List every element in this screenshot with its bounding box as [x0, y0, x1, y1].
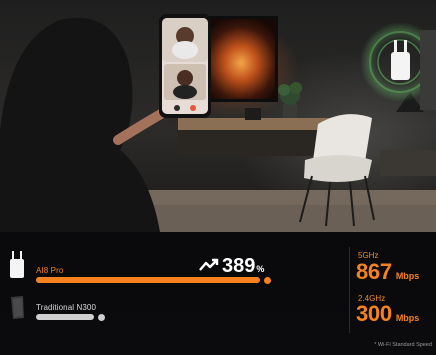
- living-room-scene: [0, 14, 436, 232]
- primary-bar-end-dot: [264, 276, 271, 284]
- person-silhouette: [0, 17, 177, 232]
- smartphone: [159, 14, 211, 118]
- trend-up-arrow-icon: [199, 258, 219, 271]
- speed-24ghz-unit: Mbps: [395, 313, 420, 323]
- footnote: * Wi-Fi Standard Speed: [374, 342, 432, 348]
- plant: [278, 82, 302, 118]
- secondary-bar-fill: [36, 314, 94, 320]
- secondary-device-label: Traditional N300: [36, 303, 97, 312]
- improvement-value: 389: [222, 255, 256, 277]
- ai8-pro-device-icon: [10, 251, 24, 278]
- panel-divider: [349, 247, 350, 333]
- speed-5ghz: 867 Mbps: [356, 259, 419, 285]
- speed-5ghz-unit: Mbps: [395, 271, 420, 281]
- secondary-bar-end-dot: [98, 313, 105, 321]
- speed-5ghz-value: 867: [356, 259, 392, 284]
- improvement-percentage: 389 %: [199, 255, 264, 278]
- hero-photo: [0, 0, 436, 232]
- improvement-unit: %: [256, 264, 265, 274]
- speed-24ghz-value: 300: [356, 301, 392, 326]
- primary-device-label: AI8 Pro: [36, 266, 64, 275]
- traditional-n300-device-icon: [11, 296, 24, 319]
- speed-24ghz: 300 Mbps: [356, 301, 419, 327]
